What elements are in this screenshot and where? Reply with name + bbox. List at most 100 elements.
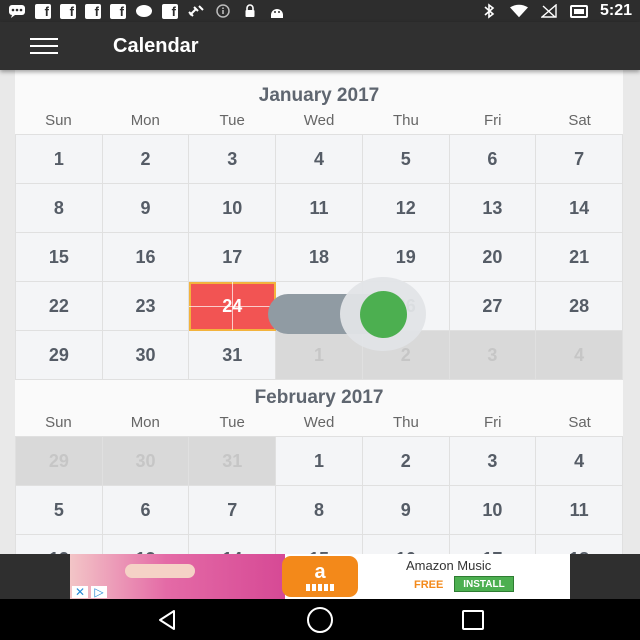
- weekday-header: Sun Mon Tue Wed Thu Fri Sat: [15, 412, 623, 436]
- day-number: 29: [48, 344, 69, 365]
- day-cell[interactable]: 2: [362, 437, 450, 486]
- day-number: 23: [135, 295, 156, 316]
- day-number: 14: [569, 197, 590, 218]
- toggle-thumb[interactable]: [360, 291, 407, 338]
- day-cell[interactable]: 11: [536, 486, 623, 535]
- day-cell[interactable]: 5: [16, 486, 103, 535]
- day-cell[interactable]: 6: [449, 135, 537, 184]
- day-number: 10: [222, 197, 243, 218]
- day-cell[interactable]: 10: [189, 184, 277, 233]
- day-cell[interactable]: 8: [16, 184, 103, 233]
- day-cell[interactable]: 8: [276, 486, 363, 535]
- day-cell[interactable]: 21: [536, 233, 623, 282]
- day-cell[interactable]: 10: [449, 486, 537, 535]
- day-number: 21: [569, 246, 590, 267]
- day-cell[interactable]: 2: [102, 135, 190, 184]
- day-cell[interactable]: 7: [189, 486, 277, 535]
- app-bar: Calendar: [0, 22, 640, 70]
- weekday-label: Thu: [392, 112, 419, 129]
- day-cell[interactable]: 29: [16, 331, 103, 380]
- ad-choices[interactable]: ✕ ▷: [72, 586, 107, 598]
- day-number: 2: [140, 148, 151, 169]
- day-cell[interactable]: 13: [449, 184, 537, 233]
- ad-price: FREE: [414, 579, 444, 591]
- weekday-label: Fri: [483, 414, 502, 431]
- chat-icon: [8, 4, 26, 18]
- day-cell[interactable]: 14: [189, 535, 277, 554]
- day-cell[interactable]: 12: [16, 535, 103, 554]
- day-cell-adjacent-month[interactable]: 3: [449, 331, 537, 380]
- weekday-label: Sat: [568, 112, 591, 129]
- day-number: 4: [313, 148, 324, 169]
- wifi-icon: [509, 4, 528, 18]
- day-cell[interactable]: 16: [102, 233, 190, 282]
- day-number: 18: [308, 246, 329, 267]
- day-cell[interactable]: 19: [362, 233, 450, 282]
- day-cell[interactable]: 27: [449, 282, 537, 331]
- day-cell[interactable]: 4: [276, 135, 363, 184]
- recent-apps-button[interactable]: [453, 602, 493, 638]
- weekday-label: Thu: [392, 414, 419, 431]
- month-title: January 2017: [258, 85, 380, 106]
- day-number: 19: [395, 246, 416, 267]
- install-button[interactable]: INSTALL: [454, 576, 514, 592]
- day-number: 6: [487, 148, 498, 169]
- ad-banner[interactable]: ✕ ▷ a Amazon Music FREE INSTALL: [70, 554, 570, 599]
- day-cell[interactable]: 12: [362, 184, 450, 233]
- day-cell[interactable]: 28: [536, 282, 623, 331]
- day-cell[interactable]: 22: [16, 282, 103, 331]
- weekday-label: Wed: [303, 112, 335, 129]
- day-number: 30: [135, 344, 156, 365]
- weekday-label: Sat: [568, 414, 591, 431]
- day-cell-adjacent-month[interactable]: 4: [536, 331, 623, 380]
- day-cell[interactable]: 17: [449, 535, 537, 554]
- day-cell[interactable]: 1: [16, 135, 103, 184]
- day-number: 4: [574, 450, 585, 471]
- toggle-switch[interactable]: [268, 277, 428, 351]
- day-cell-adjacent-month[interactable]: 30: [102, 437, 190, 486]
- close-x-icon[interactable]: ✕: [72, 586, 88, 598]
- day-number: 12: [395, 197, 416, 218]
- day-cell[interactable]: 6: [102, 486, 190, 535]
- day-cell[interactable]: 4: [536, 437, 623, 486]
- day-cell[interactable]: 3: [449, 437, 537, 486]
- day-cell[interactable]: 11: [276, 184, 363, 233]
- day-number: 3: [487, 344, 498, 365]
- day-cell-adjacent-month[interactable]: 31: [189, 437, 277, 486]
- day-cell[interactable]: 15: [276, 535, 363, 554]
- day-cell[interactable]: 23: [102, 282, 190, 331]
- day-cell[interactable]: 9: [362, 486, 450, 535]
- day-cell[interactable]: 14: [536, 184, 623, 233]
- home-button[interactable]: [300, 602, 340, 638]
- day-cell[interactable]: 20: [449, 233, 537, 282]
- day-number: 3: [487, 450, 498, 471]
- day-number: 4: [574, 344, 585, 365]
- day-cell[interactable]: 13: [102, 535, 190, 554]
- day-cell[interactable]: 18: [276, 233, 363, 282]
- notification-icons: f f f f f: [8, 3, 286, 19]
- ad-title: Amazon Music: [406, 558, 492, 573]
- day-number: 2: [400, 450, 411, 471]
- weekday-label: Mon: [130, 414, 160, 431]
- circle-icon: [135, 4, 153, 18]
- info-icon: [214, 4, 232, 18]
- facebook-icon: f: [35, 3, 51, 19]
- day-cell[interactable]: 1: [276, 437, 363, 486]
- day-cell[interactable]: 16: [362, 535, 450, 554]
- day-cell[interactable]: 9: [102, 184, 190, 233]
- hamburger-menu-icon[interactable]: [30, 38, 58, 54]
- day-cell-adjacent-month[interactable]: 29: [16, 437, 103, 486]
- day-cell[interactable]: 31: [189, 331, 277, 380]
- day-number: 29: [48, 450, 69, 471]
- day-cell[interactable]: 17: [189, 233, 277, 282]
- weekday-label: Sun: [45, 112, 72, 129]
- day-cell[interactable]: 30: [102, 331, 190, 380]
- day-cell-today[interactable]: 24: [189, 282, 277, 331]
- day-cell[interactable]: 7: [536, 135, 623, 184]
- back-icon[interactable]: [147, 602, 187, 638]
- play-triangle-icon[interactable]: ▷: [91, 586, 107, 598]
- day-cell[interactable]: 15: [16, 233, 103, 282]
- day-cell[interactable]: 5: [362, 135, 450, 184]
- day-cell[interactable]: 18: [536, 535, 623, 554]
- day-cell[interactable]: 3: [189, 135, 277, 184]
